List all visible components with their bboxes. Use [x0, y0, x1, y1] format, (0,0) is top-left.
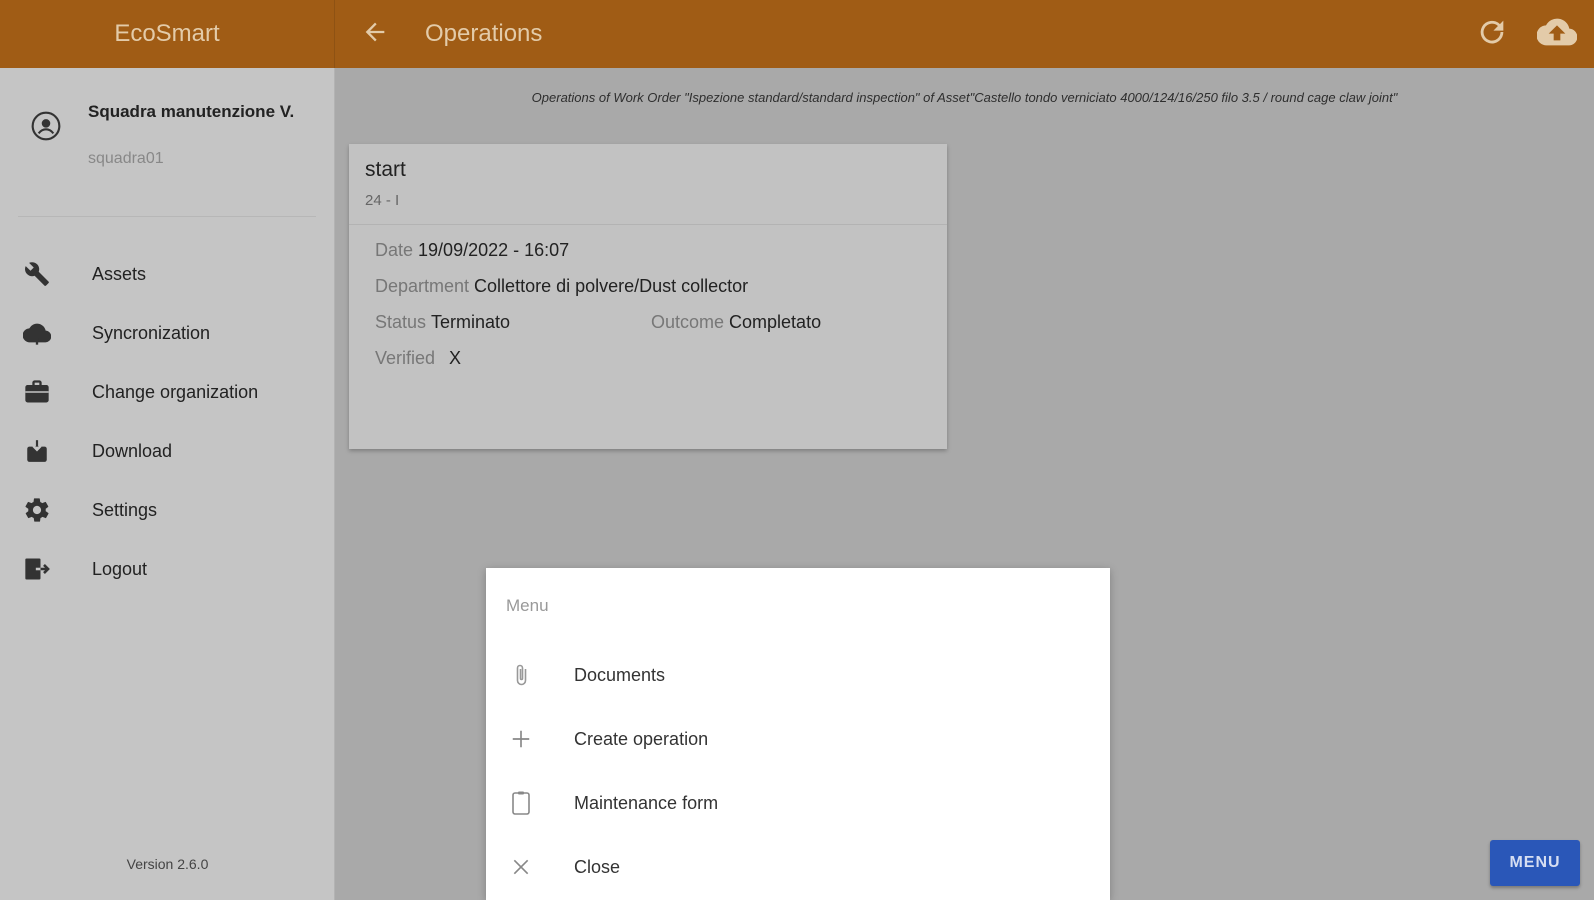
menu-button[interactable]: MENU — [1490, 840, 1580, 886]
gear-icon — [22, 495, 52, 525]
sidebar-item-assets[interactable]: Assets — [0, 246, 335, 302]
sidebar-item-download[interactable]: Download — [0, 423, 335, 479]
sidebar: Squadra manutenzione V. squadra01 Assets… — [0, 68, 335, 900]
verified-row: Verified X — [375, 348, 461, 369]
menu-item-documents[interactable]: Documents — [486, 646, 1110, 704]
sidebar-item-change-organization[interactable]: Change organization — [0, 364, 335, 420]
back-arrow-icon — [361, 18, 389, 51]
page-title: Operations — [425, 20, 543, 47]
sidebar-item-label: Change organization — [92, 381, 259, 402]
sidebar-item-label: Assets — [92, 263, 147, 284]
wrench-icon — [22, 259, 52, 289]
logout-icon — [22, 554, 52, 584]
department-value: Collettore di polvere/Dust collector — [474, 276, 749, 296]
verified-label: Verified — [375, 348, 436, 368]
operation-title: start — [365, 158, 406, 181]
department-label: Department — [375, 276, 470, 296]
refresh-button[interactable] — [1470, 12, 1514, 56]
dialog-title: Menu — [506, 596, 549, 615]
menu-dialog: Menu Documents Create operation Maintena… — [486, 568, 1110, 900]
user-profile: Squadra manutenzione V. squadra01 — [0, 68, 335, 218]
operation-code: 24 - I — [365, 192, 400, 209]
account-circle-icon — [30, 110, 62, 142]
outcome-row: Outcome Completato — [651, 312, 821, 333]
menu-item-maintenance-form[interactable]: Maintenance form — [486, 774, 1110, 832]
download-box-icon — [22, 436, 52, 466]
back-button[interactable] — [355, 14, 395, 54]
sidebar-item-syncronization[interactable]: Syncronization — [0, 305, 335, 361]
menu-item-create-operation[interactable]: Create operation — [486, 710, 1110, 768]
date-row: Date 19/09/2022 - 16:07 — [375, 240, 569, 261]
app-version: Version 2.6.0 — [126, 856, 209, 872]
outcome-label: Outcome — [651, 312, 725, 332]
sidebar-item-logout[interactable]: Logout — [0, 541, 335, 597]
user-login: squadra01 — [88, 150, 164, 167]
refresh-icon — [1475, 15, 1509, 54]
department-row: Department Collettore di polvere/Dust col… — [375, 276, 748, 297]
date-value: 19/09/2022 - 16:07 — [418, 240, 570, 260]
plus-icon — [506, 724, 536, 754]
menu-item-label: Create operation — [574, 728, 709, 749]
close-icon — [506, 852, 536, 882]
date-label: Date — [375, 240, 414, 260]
sidebar-item-label: Logout — [92, 558, 148, 579]
outcome-value: Completato — [729, 312, 822, 332]
briefcase-icon — [22, 377, 52, 407]
menu-item-label: Documents — [574, 664, 666, 685]
work-order-subtitle: Operations of Work Order "Ispezione stan… — [531, 90, 1398, 105]
app-name: EcoSmart — [0, 0, 335, 68]
sidebar-item-label: Settings — [92, 499, 158, 520]
verified-value: X — [449, 348, 462, 368]
sidebar-item-settings[interactable]: Settings — [0, 482, 335, 538]
paperclip-icon — [506, 660, 536, 690]
app-toolbar: EcoSmart Operations — [0, 0, 1594, 68]
menu-item-label: Close — [574, 856, 621, 877]
status-row: Status Terminato — [375, 312, 510, 333]
cloud-upload-icon — [1536, 12, 1578, 57]
menu-item-label: Maintenance form — [574, 792, 719, 813]
operation-card[interactable]: start 24 - I Date 19/09/2022 - 16:07 Depa… — [349, 144, 947, 449]
cloud-upload-button[interactable] — [1535, 12, 1579, 56]
status-value: Terminato — [431, 312, 511, 332]
menu-item-close[interactable]: Close — [486, 838, 1110, 896]
card-header: start 24 - I — [349, 144, 947, 225]
sidebar-divider — [18, 216, 316, 217]
cloud-icon — [22, 318, 52, 348]
clipboard-icon — [506, 788, 536, 818]
user-name: Squadra manutenzione V. — [88, 102, 295, 121]
sidebar-item-label: Syncronization — [92, 322, 211, 343]
status-label: Status — [375, 312, 427, 332]
sidebar-item-label: Download — [92, 440, 173, 461]
